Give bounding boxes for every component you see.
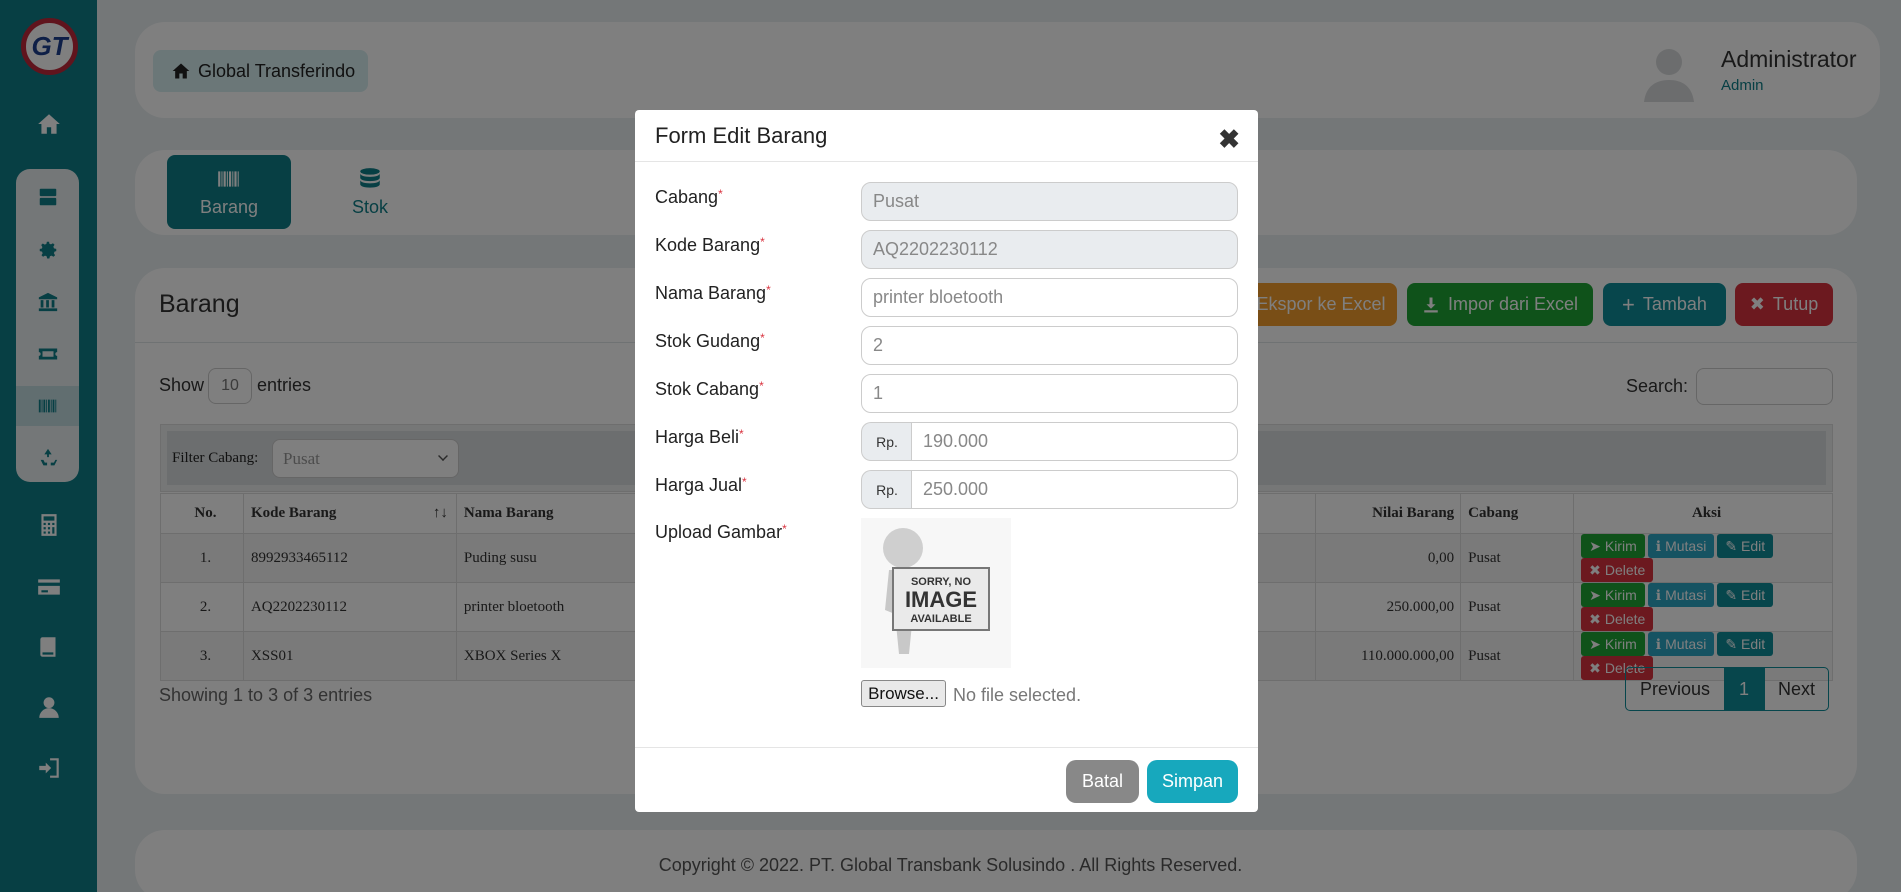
stok-cabang-field[interactable]: 1: [861, 374, 1238, 413]
required-mark: *: [782, 522, 787, 536]
nama-barang-field[interactable]: printer bloetooth: [861, 278, 1238, 317]
cabang-label: Cabang*: [655, 187, 723, 208]
required-mark: *: [766, 283, 771, 297]
required-mark: *: [760, 331, 765, 345]
required-mark: *: [742, 475, 747, 489]
label-text: Cabang: [655, 187, 719, 207]
harga-beli-label: Harga Beli*: [655, 427, 744, 448]
stok-gudang-field[interactable]: 2: [861, 326, 1238, 365]
currency-prefix: Rp.: [861, 470, 912, 509]
kode-barang-label: Kode Barang*: [655, 235, 765, 256]
stok-cabang-label: Stok Cabang*: [655, 379, 764, 400]
kode-barang-field: AQ2202230112: [861, 230, 1238, 269]
label-text: Stok Cabang: [655, 379, 760, 399]
required-mark: *: [718, 187, 723, 201]
cabang-field: Pusat: [861, 182, 1238, 221]
upload-gambar-label: Upload Gambar*: [655, 522, 787, 543]
label-text: Kode Barang: [655, 235, 761, 255]
batal-button[interactable]: Batal: [1066, 760, 1139, 803]
required-mark: *: [759, 379, 764, 393]
browse-button[interactable]: Browse...: [861, 680, 946, 707]
no-image-placeholder: SORRY, NO IMAGE AVAILABLE: [861, 518, 1011, 668]
harga-jual-label: Harga Jual*: [655, 475, 747, 496]
harga-jual-field[interactable]: 250.000: [911, 470, 1238, 509]
label-text: Stok Gudang: [655, 331, 761, 351]
nama-barang-label: Nama Barang*: [655, 283, 771, 304]
modal-footer-divider: [635, 747, 1258, 748]
stok-gudang-label: Stok Gudang*: [655, 331, 765, 352]
currency-prefix: Rp.: [861, 422, 912, 461]
no-image-text-3: AVAILABLE: [910, 613, 971, 625]
required-mark: *: [760, 235, 765, 249]
label-text: Nama Barang: [655, 283, 767, 303]
required-mark: *: [739, 427, 744, 441]
file-status: No file selected.: [953, 685, 1082, 705]
modal-close-icon[interactable]: ✖: [1218, 124, 1240, 155]
label-text: Harga Beli: [655, 427, 740, 447]
no-image-text-2: IMAGE: [905, 587, 977, 612]
label-text: Upload Gambar: [655, 522, 783, 542]
simpan-button[interactable]: Simpan: [1147, 760, 1238, 803]
harga-beli-field[interactable]: 190.000: [911, 422, 1238, 461]
edit-barang-modal: Form Edit Barang ✖ Cabang* Pusat Kode Ba…: [635, 110, 1258, 812]
label-text: Harga Jual: [655, 475, 743, 495]
modal-title: Form Edit Barang: [655, 123, 828, 148]
modal-header-divider: [635, 161, 1258, 162]
